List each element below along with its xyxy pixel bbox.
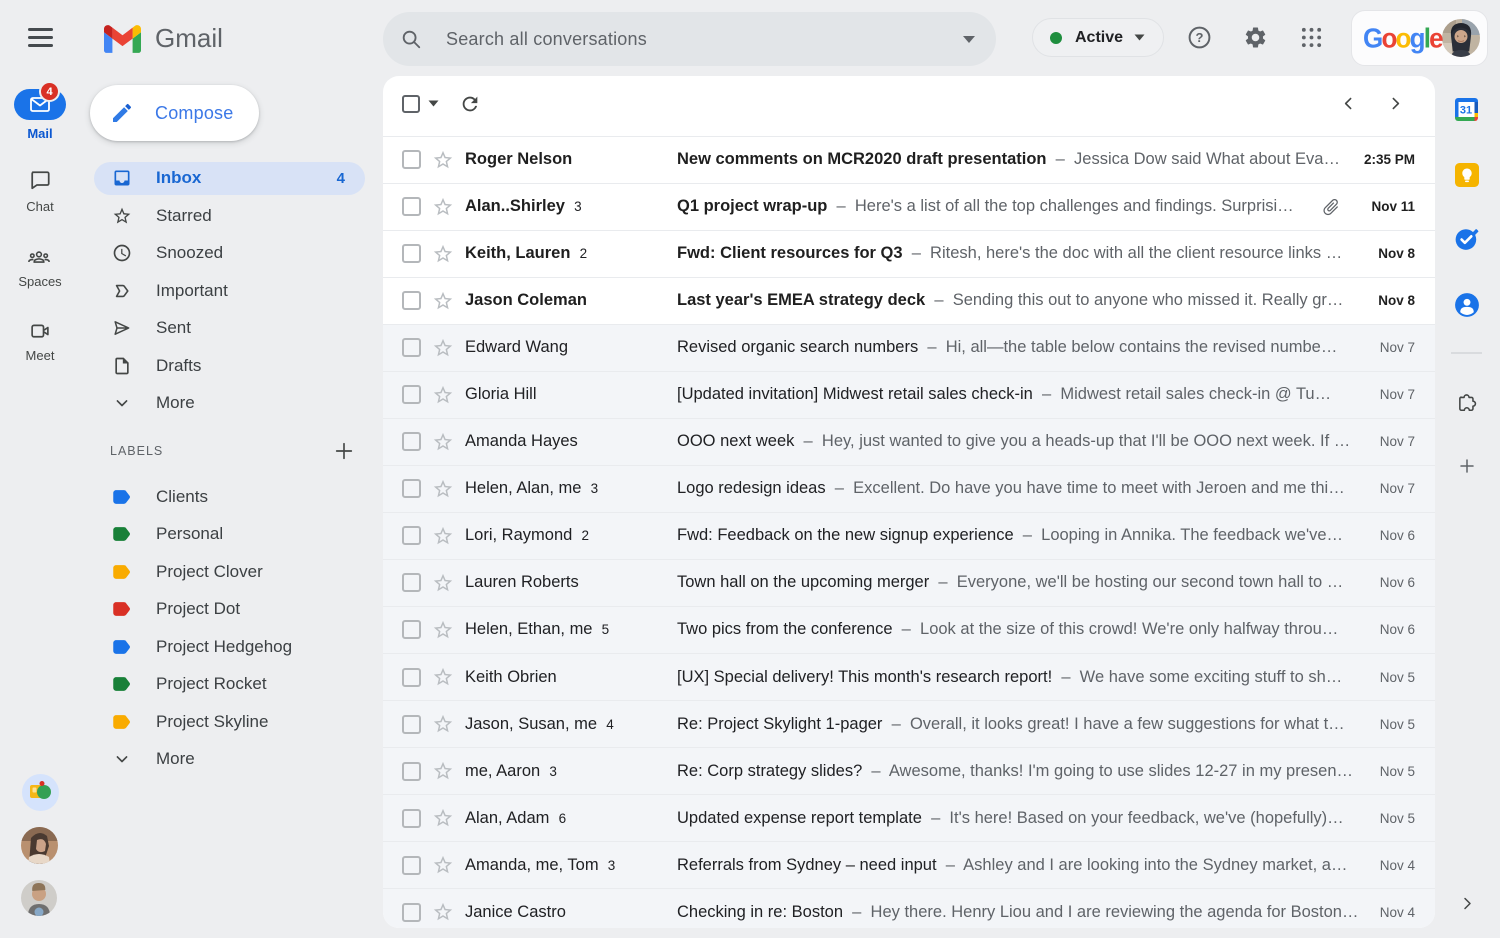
svg-text:?: ? <box>1196 30 1204 45</box>
svg-text:31: 31 <box>1460 105 1472 117</box>
